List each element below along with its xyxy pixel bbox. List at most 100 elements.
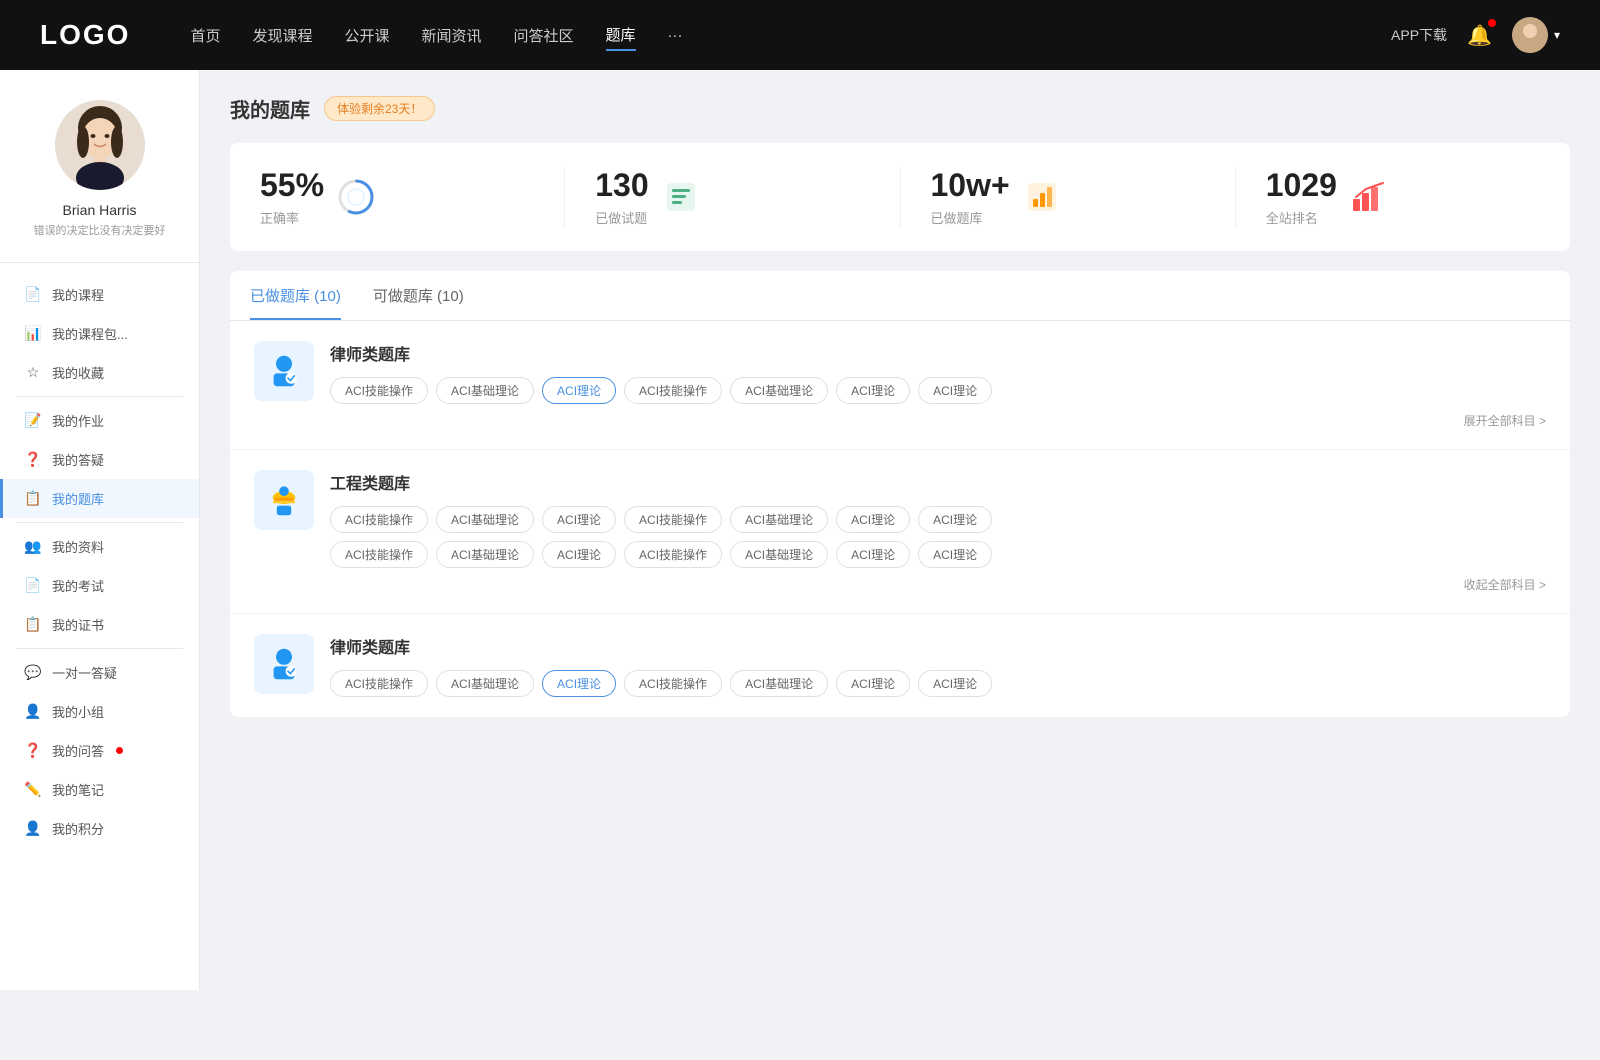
nav-open-course[interactable]: 公开课 — [344, 21, 389, 50]
sidebar-item-question[interactable]: ❓ 我的问答 — [0, 731, 199, 770]
qbank-item-1-header: 律师类题库 ACI技能操作 ACI基础理论 ACI理论 ACI技能操作 ACI基… — [254, 341, 1546, 429]
tag[interactable]: ACI技能操作 — [330, 541, 428, 568]
qbank-item-2: 工程类题库 ACI技能操作 ACI基础理论 ACI理论 ACI技能操作 ACI基… — [230, 450, 1570, 614]
qbank-item-3-icon — [254, 634, 314, 694]
tag[interactable]: ACI基础理论 — [436, 377, 534, 404]
qbank-item-2-title: 工程类题库 — [330, 470, 1546, 494]
stat-done-q-value: 130 — [595, 167, 648, 204]
accuracy-icon — [338, 179, 374, 215]
qbank-item-1-title: 律师类题库 — [330, 341, 1546, 365]
nav-news[interactable]: 新闻资讯 — [422, 21, 482, 50]
qbank-item-3-header: 律师类题库 ACI技能操作 ACI基础理论 ACI理论 ACI技能操作 ACI基… — [254, 634, 1546, 697]
tag[interactable]: ACI理论 — [918, 541, 992, 568]
tag[interactable]: ACI技能操作 — [624, 377, 722, 404]
sidebar-item-notes[interactable]: ✏️ 我的笔记 — [0, 770, 199, 809]
sidebar-divider-1 — [16, 396, 183, 397]
sidebar: Brian Harris 错误的决定比没有决定要好 📄 我的课程 📊 我的课程包… — [0, 70, 200, 990]
tag[interactable]: ACI理论 — [918, 506, 992, 533]
tag[interactable]: ACI基础理论 — [436, 506, 534, 533]
page-title: 我的题库 — [230, 94, 310, 123]
sidebar-item-points[interactable]: 👤 我的积分 — [0, 809, 199, 848]
qbank-item-1-tags: ACI技能操作 ACI基础理论 ACI理论 ACI技能操作 ACI基础理论 AC… — [330, 377, 1546, 404]
sidebar-item-course[interactable]: 📄 我的课程 — [0, 275, 199, 314]
app-download-link[interactable]: APP下载 — [1391, 25, 1447, 45]
tab-done[interactable]: 已做题库 (10) — [250, 271, 341, 320]
user-avatar-menu[interactable]: ▾ — [1512, 17, 1560, 53]
done-questions-icon — [663, 179, 699, 215]
tag[interactable]: ACI技能操作 — [624, 506, 722, 533]
sidebar-item-course-pack[interactable]: 📊 我的课程包... — [0, 314, 199, 353]
main-content: 我的题库 体验剩余23天！ 55% 正确率 — [200, 70, 1600, 990]
sidebar-item-qa[interactable]: ❓ 我的答疑 — [0, 440, 199, 479]
header-avatar — [1512, 17, 1548, 53]
sidebar-item-cert[interactable]: 📋 我的证书 — [0, 605, 199, 644]
notification-bell[interactable]: 🔔 — [1467, 23, 1492, 48]
tag[interactable]: ACI基础理论 — [730, 541, 828, 568]
tag[interactable]: ACI技能操作 — [624, 541, 722, 568]
tag[interactable]: ACI基础理论 — [730, 377, 828, 404]
sidebar-item-group[interactable]: 👤 我的小组 — [0, 692, 199, 731]
qbank-item-1-icon — [254, 341, 314, 401]
sidebar-item-collect[interactable]: ☆ 我的收藏 — [0, 353, 199, 392]
expand-btn-2[interactable]: 收起全部科目 > — [330, 576, 1546, 593]
tag[interactable]: ACI基础理论 — [436, 670, 534, 697]
homework-icon: 📝 — [24, 412, 42, 430]
tab-available[interactable]: 可做题库 (10) — [373, 271, 464, 320]
main-nav: 首页 发现课程 公开课 新闻资讯 问答社区 题库 ··· — [190, 20, 1391, 51]
page-wrapper: Brian Harris 错误的决定比没有决定要好 📄 我的课程 📊 我的课程包… — [0, 70, 1600, 990]
tag[interactable]: ACI理论 — [836, 670, 910, 697]
stat-accuracy-label: 正确率 — [260, 208, 324, 227]
qbank-list: 律师类题库 ACI技能操作 ACI基础理论 ACI理论 ACI技能操作 ACI基… — [230, 321, 1570, 717]
tag[interactable]: ACI技能操作 — [330, 670, 428, 697]
tag[interactable]: ACI理论 — [836, 541, 910, 568]
stat-rank-label: 全站排名 — [1266, 208, 1337, 227]
tag[interactable]: ACI基础理论 — [730, 670, 828, 697]
tag[interactable]: ACI理论 — [918, 670, 992, 697]
tag[interactable]: ACI技能操作 — [624, 670, 722, 697]
sidebar-item-profile[interactable]: 👥 我的资料 — [0, 527, 199, 566]
tag[interactable]: ACI理论 — [542, 506, 616, 533]
stat-done-b-value: 10w+ — [931, 167, 1010, 204]
trial-badge: 体验剩余23天！ — [324, 96, 435, 121]
nav-qa[interactable]: 问答社区 — [514, 21, 574, 50]
nav-qbank[interactable]: 题库 — [606, 20, 636, 51]
tag[interactable]: ACI理论 — [542, 541, 616, 568]
notes-icon: ✏️ — [24, 781, 42, 799]
tag[interactable]: ACI理论 — [836, 377, 910, 404]
expand-btn-1[interactable]: 展开全部科目 > — [330, 412, 1546, 429]
stat-done-q-label: 已做试题 — [595, 208, 648, 227]
sidebar-user-avatar — [55, 100, 145, 190]
tag-active[interactable]: ACI理论 — [542, 670, 616, 697]
sidebar-user-name: Brian Harris — [63, 202, 137, 218]
course-icon: 📄 — [24, 286, 42, 304]
stat-rank: 1029 全站排名 — [1236, 167, 1570, 227]
tag-active[interactable]: ACI理论 — [542, 377, 616, 404]
stat-done-banks: 10w+ 已做题库 — [901, 167, 1236, 227]
qbank-item-2-tags-row1: ACI技能操作 ACI基础理论 ACI理论 ACI技能操作 ACI基础理论 AC… — [330, 506, 1546, 533]
tag[interactable]: ACI技能操作 — [330, 506, 428, 533]
qbank-item-1: 律师类题库 ACI技能操作 ACI基础理论 ACI理论 ACI技能操作 ACI基… — [230, 321, 1570, 450]
tag[interactable]: ACI基础理论 — [730, 506, 828, 533]
cert-icon: 📋 — [24, 616, 42, 634]
logo[interactable]: LOGO — [40, 19, 130, 51]
one-on-one-icon: 💬 — [24, 664, 42, 682]
rank-icon — [1351, 179, 1387, 215]
tag[interactable]: ACI理论 — [918, 377, 992, 404]
tag[interactable]: ACI基础理论 — [436, 541, 534, 568]
sidebar-item-one-on-one[interactable]: 💬 一对一答疑 — [0, 653, 199, 692]
question-icon: ❓ — [24, 742, 42, 760]
nav-home[interactable]: 首页 — [190, 21, 220, 50]
nav-discover[interactable]: 发现课程 — [252, 21, 312, 50]
exam-icon: 📄 — [24, 577, 42, 595]
course-pack-icon: 📊 — [24, 325, 42, 343]
sidebar-item-homework[interactable]: 📝 我的作业 — [0, 401, 199, 440]
sidebar-divider-3 — [16, 648, 183, 649]
done-banks-icon — [1024, 179, 1060, 215]
stat-done-questions: 130 已做试题 — [565, 167, 900, 227]
nav-more[interactable]: ··· — [668, 23, 683, 48]
tag[interactable]: ACI技能操作 — [330, 377, 428, 404]
sidebar-item-exam[interactable]: 📄 我的考试 — [0, 566, 199, 605]
header-right: APP下载 🔔 ▾ — [1391, 17, 1560, 53]
tag[interactable]: ACI理论 — [836, 506, 910, 533]
sidebar-item-qbank[interactable]: 📋 我的题库 — [0, 479, 199, 518]
